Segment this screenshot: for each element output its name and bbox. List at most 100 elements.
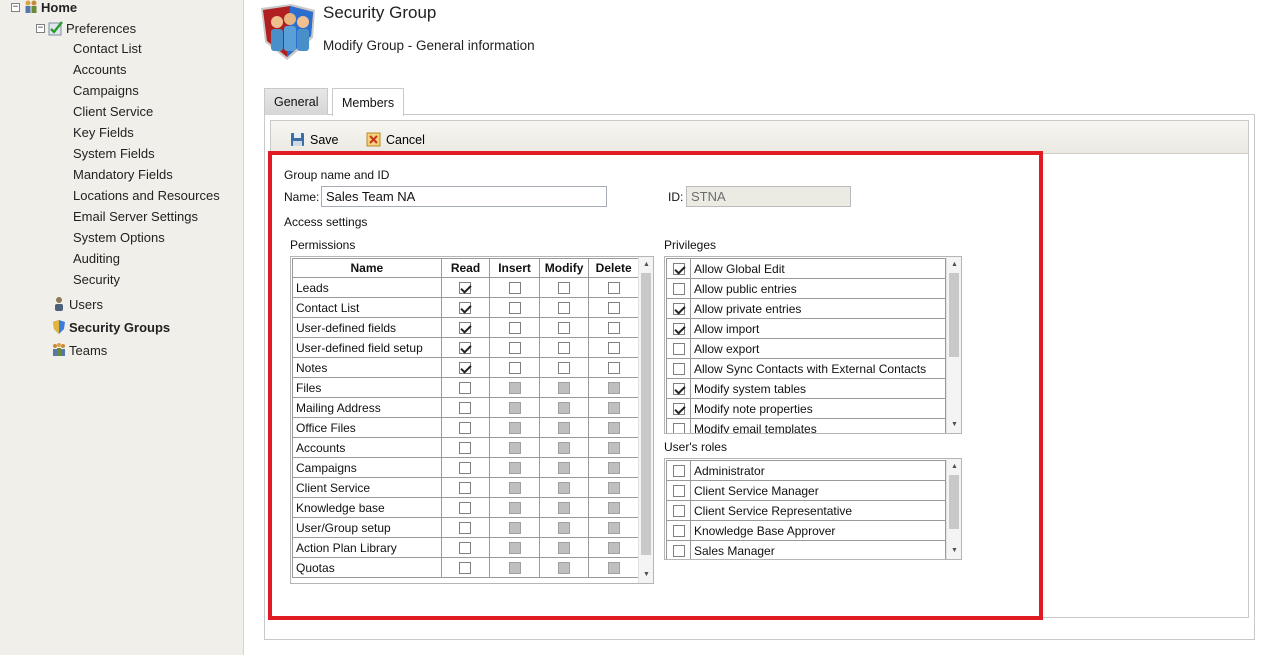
checkbox[interactable] [459,322,472,335]
sidebar-item-client-service[interactable]: Client Service [73,101,153,121]
group-id-input[interactable] [686,186,851,207]
sidebar-item-accounts[interactable]: Accounts [73,59,126,79]
checkbox[interactable] [607,342,620,355]
sidebar-item-auditing[interactable]: Auditing [73,248,120,268]
checkbox[interactable] [459,522,472,535]
cancel-button[interactable]: Cancel [366,132,425,147]
col-header-delete[interactable]: Delete [588,258,639,278]
checkbox[interactable] [558,342,571,355]
checkbox[interactable] [459,542,472,555]
list-item[interactable]: Modify system tables [666,378,946,399]
roles-scrollbar[interactable]: ▲ ▼ [946,459,961,559]
checkbox[interactable] [672,323,685,336]
list-item[interactable]: Modify email templates [666,418,946,433]
checkbox[interactable] [607,302,620,315]
scroll-down-arrow-icon[interactable]: ▼ [947,419,961,431]
privileges-scrollbar[interactable]: ▲ ▼ [946,257,961,433]
checkbox[interactable] [459,302,472,315]
checkbox[interactable] [459,562,472,575]
scroll-up-arrow-icon[interactable]: ▲ [639,259,653,271]
scroll-up-arrow-icon[interactable]: ▲ [947,259,961,271]
col-header-read[interactable]: Read [440,258,491,278]
sidebar-item-system-fields[interactable]: System Fields [73,143,155,163]
checkbox[interactable] [558,302,571,315]
checkbox[interactable] [459,382,472,395]
tab-members[interactable]: Members [332,88,405,116]
sidebar-item-campaigns[interactable]: Campaigns [73,80,139,100]
sidebar-item-locations-and-resources[interactable]: Locations and Resources [73,185,220,205]
sidebar-item-key-fields[interactable]: Key Fields [73,122,134,142]
checkbox[interactable] [459,462,472,475]
checkbox[interactable] [672,343,685,356]
checkbox[interactable] [459,442,472,455]
checkbox[interactable] [459,282,472,295]
sidebar-item-email-server-settings[interactable]: Email Server Settings [73,206,198,226]
list-item[interactable]: Allow public entries [666,278,946,299]
checkbox[interactable] [607,282,620,295]
list-item[interactable]: Allow import [666,318,946,339]
checkbox[interactable] [508,342,521,355]
list-item[interactable]: Client Service Manager [666,480,946,501]
sidebar-item-mandatory-fields[interactable]: Mandatory Fields [73,164,173,184]
scroll-down-arrow-icon[interactable]: ▼ [947,545,961,557]
checkbox[interactable] [672,485,685,498]
scroll-thumb[interactable] [641,273,651,555]
scroll-down-arrow-icon[interactable]: ▼ [639,569,653,581]
checkbox[interactable] [459,482,472,495]
checkbox[interactable] [558,282,571,295]
scroll-thumb[interactable] [949,475,959,529]
tree-node-teams[interactable]: Teams [51,340,107,360]
scroll-thumb[interactable] [949,273,959,357]
tree-node-security-groups[interactable]: Security Groups [51,317,170,337]
group-name-input[interactable] [321,186,607,207]
tree-node-home[interactable]: − Home [11,0,77,17]
sidebar-item-security[interactable]: Security [73,269,120,289]
list-item[interactable]: Allow export [666,338,946,359]
checkbox[interactable] [459,362,472,375]
col-header-insert[interactable]: Insert [489,258,540,278]
col-header-name[interactable]: Name [292,258,442,278]
checkbox[interactable] [672,545,685,558]
checkbox[interactable] [508,322,521,335]
collapse-toggle-icon[interactable]: − [11,2,20,12]
checkbox[interactable] [459,402,472,415]
list-item[interactable]: Modify note properties [666,398,946,419]
list-item[interactable]: Allow Global Edit [666,258,946,279]
checkbox[interactable] [459,502,472,515]
list-item[interactable]: Administrator [666,460,946,481]
checkbox[interactable] [508,282,521,295]
permissions-scrollbar[interactable]: ▲ ▼ [638,257,653,583]
sidebar-item-contact-list[interactable]: Contact List [73,38,142,58]
tree-node-users[interactable]: Users [51,294,103,314]
checkbox[interactable] [558,322,571,335]
checkbox[interactable] [607,322,620,335]
scroll-up-arrow-icon[interactable]: ▲ [947,461,961,473]
checkbox[interactable] [508,302,521,315]
sidebar-item-system-options[interactable]: System Options [73,227,165,247]
checkbox[interactable] [672,403,685,416]
checkbox[interactable] [672,303,685,316]
list-item[interactable]: Client Service Representative [666,500,946,521]
list-item[interactable]: Allow Sync Contacts with External Contac… [666,358,946,379]
checkbox[interactable] [672,465,685,478]
list-item[interactable]: Sales Manager [666,540,946,559]
checkbox[interactable] [672,525,685,538]
tab-general[interactable]: General [264,88,329,115]
checkbox[interactable] [672,383,685,396]
checkbox[interactable] [459,422,472,435]
list-item[interactable]: Knowledge Base Approver [666,520,946,541]
checkbox[interactable] [508,362,521,375]
col-header-modify[interactable]: Modify [538,258,590,278]
checkbox[interactable] [672,505,685,518]
collapse-toggle-icon[interactable]: − [36,23,45,33]
tree-node-preferences[interactable]: − Preferences [36,18,136,38]
checkbox[interactable] [459,342,472,355]
list-item[interactable]: Allow private entries [666,298,946,319]
checkbox[interactable] [558,362,571,375]
checkbox[interactable] [607,362,620,375]
checkbox[interactable] [672,423,685,433]
checkbox[interactable] [672,263,685,276]
checkbox[interactable] [672,363,685,376]
save-button[interactable]: Save [290,132,339,147]
checkbox[interactable] [672,283,685,296]
